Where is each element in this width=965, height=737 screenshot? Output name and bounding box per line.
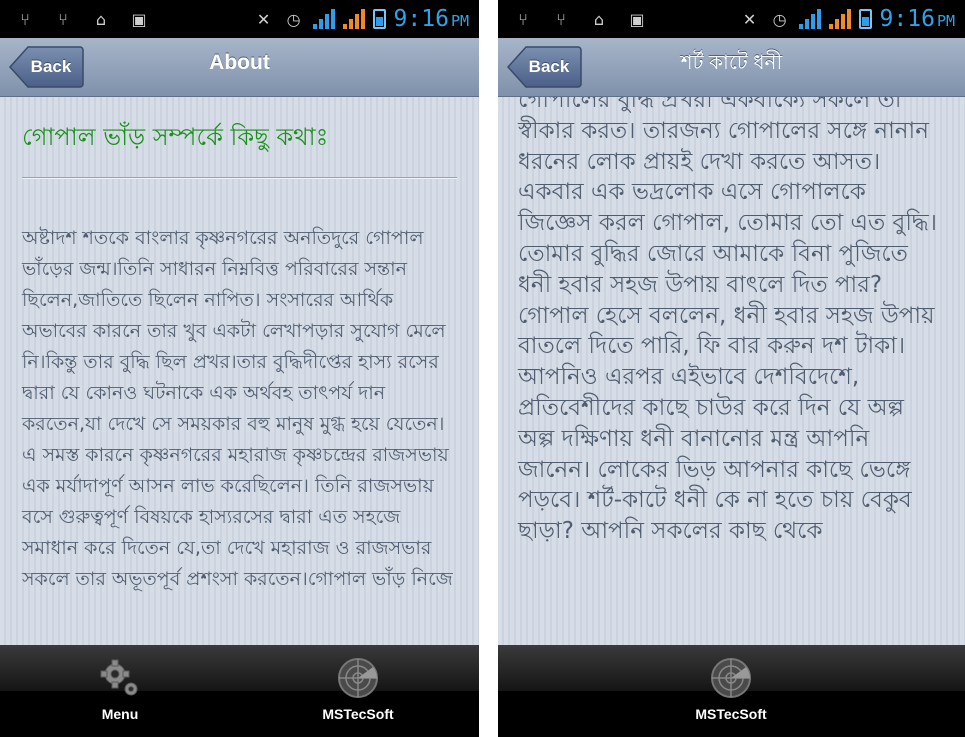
image-icon: ▣ (131, 9, 147, 29)
tab-label: MSTecSoft (322, 706, 394, 722)
signal-icon (798, 9, 821, 29)
mute-icon: ✕ (742, 9, 757, 29)
battery-icon (858, 9, 872, 29)
nav-header: About Back (0, 38, 479, 97)
tab-menu[interactable]: Menu (40, 645, 200, 737)
tab-mstecsoft[interactable]: MSTecSoft (278, 645, 438, 737)
tab-label: Menu (101, 706, 139, 722)
about-body-text: অষ্টাদশ শতকে বাংলার কৃষ্ণনগরের অনতিদুরে … (22, 227, 453, 590)
back-button[interactable]: Back (506, 45, 582, 89)
signal-icon (312, 9, 335, 29)
about-content[interactable]: গোপাল ভাঁড় সম্পর্কে কিছু কথাঃ অষ্টাদশ শ… (0, 97, 479, 645)
tab-bar: Menu MSTecSoft (0, 645, 479, 737)
radar-icon (710, 657, 752, 699)
divider (22, 177, 457, 179)
usb-icon: ⑂ (58, 9, 68, 29)
tab-mstecsoft[interactable]: MSTecSoft (651, 645, 811, 737)
clean-icon: ⌂ (95, 9, 107, 29)
clean-icon: ⌂ (593, 9, 605, 29)
story-content[interactable]: গোপালের বুদ্ধি প্রখরা একবাক্যে সকলে তা স… (498, 97, 965, 645)
mute-icon: ✕ (256, 9, 271, 29)
status-time: 9:16 PM (879, 6, 955, 32)
story-body-text: গোপালের বুদ্ধি প্রখরা একবাক্যে সকলে তা স… (518, 97, 937, 545)
alarm-icon: ◷ (286, 9, 301, 29)
battery-icon (372, 9, 386, 29)
signal-icon (342, 9, 365, 29)
nav-header: শর্ট কাটে ধনী Back (498, 38, 965, 97)
tab-label: MSTecSoft (695, 706, 767, 722)
image-icon: ▣ (629, 9, 645, 29)
gears-icon (99, 657, 141, 699)
back-button[interactable]: Back (8, 45, 84, 89)
phone-screen-about: ⑂ ⑂ ⌂ ▣ ✕ ◷ 9:16 PM About Back গোপাল ভাঁড… (0, 0, 479, 737)
status-bar: ⑂ ⑂ ⌂ ▣ ✕ ◷ 9:16 PM (0, 0, 479, 38)
status-time: 9:16 PM (393, 6, 469, 32)
usb-icon: ⑂ (556, 9, 566, 29)
signal-icon (828, 9, 851, 29)
tab-bar: MSTecSoft (498, 645, 965, 737)
usb-icon: ⑂ (518, 9, 528, 29)
alarm-icon: ◷ (772, 9, 787, 29)
status-bar: ⑂ ⑂ ⌂ ▣ ✕ ◷ 9:16 PM (498, 0, 965, 38)
section-heading: গোপাল ভাঁড় সম্পর্কে কিছু কথাঃ (22, 123, 329, 151)
radar-icon (337, 657, 379, 699)
phone-screen-story: ⑂ ⑂ ⌂ ▣ ✕ ◷ 9:16 PM শর্ট কাটে ধনী Back গো… (498, 0, 965, 737)
usb-icon: ⑂ (20, 9, 30, 29)
